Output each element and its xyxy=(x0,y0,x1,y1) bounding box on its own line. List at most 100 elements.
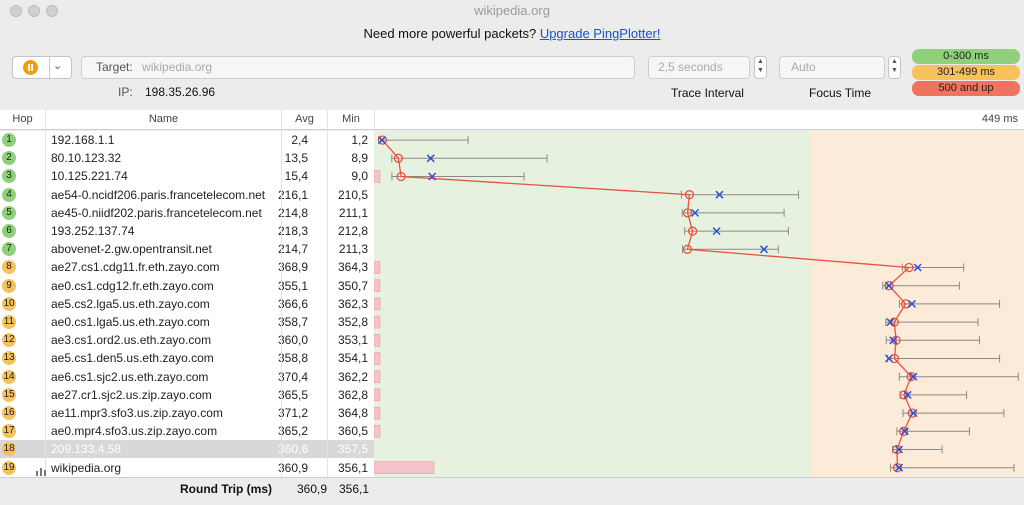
hop-name: ae0.mpr4.sfo3.us.zip.zayo.com xyxy=(51,424,218,439)
hop-avg: 370,4 xyxy=(277,369,308,384)
round-trip-footer xyxy=(0,477,1024,505)
hop-min: 210,5 xyxy=(337,187,368,202)
hop-badge: 8 xyxy=(2,260,16,275)
packet-loss-bar xyxy=(374,461,435,475)
table-row[interactable]: 12 ae3.cs1.ord2.us.eth.zayo.com 360,0 353,1 xyxy=(0,331,374,349)
table-row[interactable]: 4 ae54-0.ncidf206.paris.francetelecom.net… xyxy=(0,186,374,204)
table-row[interactable]: 3 10.125.221.74 15,4 9,0 xyxy=(0,167,374,185)
packet-loss-bar xyxy=(374,352,381,365)
hop-min: 352,8 xyxy=(337,315,368,329)
hop-min: 211,3 xyxy=(338,242,368,257)
upgrade-link[interactable]: Upgrade PingPlotter! xyxy=(540,26,661,41)
packet-loss-bar xyxy=(374,334,381,347)
focus-time-stepper[interactable]: ▲ ▼ xyxy=(888,56,901,79)
pause-icon xyxy=(23,60,38,75)
window-title: wikipedia.org xyxy=(474,3,550,18)
hop-badge: 3 xyxy=(2,169,16,184)
trace-interval-stepper[interactable]: ▲ ▼ xyxy=(754,56,767,79)
focus-time-label: Focus Time xyxy=(809,86,872,100)
table-row[interactable]: 9 ae0.cs1.cdg12.fr.eth.zayo.com 355,1 350,7 xyxy=(0,277,374,295)
hop-min: 360,5 xyxy=(337,424,368,439)
hop-table: 1 192.168.1.1 2,4 1,2 2 80.10.123.32 13,5 8,9 3 1… xyxy=(0,131,374,477)
packet-loss-bar xyxy=(374,297,381,311)
hop-min: 1,2 xyxy=(351,133,368,147)
target-label: Target: xyxy=(96,60,133,74)
window-controls xyxy=(10,5,64,20)
hop-avg: 365,2 xyxy=(277,424,308,439)
column-header-min[interactable]: Min xyxy=(327,110,374,130)
minimize-window-button[interactable] xyxy=(28,5,40,17)
latency-chart[interactable] xyxy=(374,131,1024,477)
table-row[interactable]: 14 ae6.cs1.sjc2.us.eth.zayo.com 370,4 362,2 xyxy=(0,368,374,386)
chevron-down-icon[interactable]: ⌄ xyxy=(53,59,62,72)
hop-badge: 10 xyxy=(2,296,16,311)
table-row[interactable]: 19 wikipedia.org 360,9 356,1 xyxy=(0,459,374,477)
promo-text: Need more powerful packets? xyxy=(363,26,537,41)
hop-badge: 13 xyxy=(2,351,16,366)
hop-name: ae11.mpr3.sfo3.us.zip.zayo.com xyxy=(51,406,223,420)
hop-avg: 216,1 xyxy=(277,187,308,202)
hop-badge: 15 xyxy=(2,387,16,402)
hop-badge: 4 xyxy=(2,187,16,202)
round-trip-avg: 360,9 xyxy=(296,482,327,496)
hop-badge: 9 xyxy=(2,278,16,293)
hop-avg: 360,6 xyxy=(277,442,308,457)
table-row[interactable]: 6 193.252.137.74 218,3 212,8 xyxy=(0,222,374,240)
column-header-avg[interactable]: Avg xyxy=(281,110,327,130)
hop-min: 354,1 xyxy=(337,351,368,366)
legend-warn: 301-499 ms xyxy=(912,65,1020,80)
hop-name: 209.133.4.58 xyxy=(51,442,122,457)
target-input[interactable]: Target: wikipedia.org xyxy=(81,56,635,79)
hop-avg: 358,7 xyxy=(277,315,308,329)
close-window-button[interactable] xyxy=(10,5,22,17)
hop-name: ae5.cs2.lga5.us.eth.zayo.com xyxy=(51,296,210,311)
hop-name: ae3.cs1.ord2.us.eth.zayo.com xyxy=(51,333,212,348)
focus-time-select[interactable]: Auto xyxy=(779,56,885,79)
hop-name: ae0.cs1.cdg12.fr.eth.zayo.com xyxy=(51,278,214,293)
hop-min: 362,2 xyxy=(337,369,368,384)
zoom-window-button[interactable] xyxy=(46,5,58,17)
hop-badge: 19 xyxy=(2,460,16,475)
hop-badge: 18 xyxy=(2,442,16,457)
hop-name: 10.125.221.74 xyxy=(51,169,128,184)
round-trip-min: 356,1 xyxy=(338,482,369,496)
packet-loss-bar xyxy=(374,370,381,383)
hop-avg: 15,4 xyxy=(284,169,308,184)
hop-badge: 11 xyxy=(2,315,16,329)
good-latency-zone xyxy=(374,131,810,477)
pause-button[interactable]: ⌄ xyxy=(12,56,72,79)
target-value: wikipedia.org xyxy=(142,60,213,74)
column-header-hop[interactable]: Hop xyxy=(0,110,45,130)
packet-loss-bar xyxy=(374,279,381,292)
table-row[interactable]: 10 ae5.cs2.lga5.us.eth.zayo.com 366,6 362,3 xyxy=(0,295,374,313)
hop-min: 357,5 xyxy=(337,442,368,457)
table-row[interactable]: 11 ae0.cs1.lga5.us.eth.zayo.com 358,7 352,8 xyxy=(0,313,374,331)
table-row[interactable]: 18 209.133.4.58 360,6 357,5 xyxy=(0,440,374,459)
table-row[interactable]: 16 ae11.mpr3.sfo3.us.zip.zayo.com 371,2 364… xyxy=(0,404,374,422)
trace-interval-select[interactable]: 2,5 seconds xyxy=(648,56,750,79)
scale-max-label: 449 ms xyxy=(374,110,1024,130)
ip-label: IP: xyxy=(118,85,133,99)
hop-min: 362,3 xyxy=(337,296,368,311)
hop-min: 364,3 xyxy=(337,260,368,275)
hop-avg: 358,8 xyxy=(277,351,308,366)
ip-value: 198.35.26.96 xyxy=(145,85,216,99)
table-row[interactable]: 1 192.168.1.1 2,4 1,2 xyxy=(0,131,374,149)
table-row[interactable]: 5 ae45-0.niidf202.paris.francetelecom.net… xyxy=(0,204,374,222)
hop-avg: 360,9 xyxy=(277,460,308,475)
hop-avg: 355,1 xyxy=(277,278,308,293)
hop-name: 193.252.137.74 xyxy=(51,224,135,238)
table-row[interactable]: 7 abovenet-2.gw.opentransit.net 214,7 211,3 xyxy=(0,240,374,258)
column-header-name[interactable]: Name xyxy=(45,110,281,130)
table-row[interactable]: 8 ae27.cs1.cdg11.fr.eth.zayo.com 368,9 364,… xyxy=(0,258,374,276)
table-row[interactable]: 13 ae5.cs1.den5.us.eth.zayo.com 358,8 354,1 xyxy=(0,349,374,367)
table-row[interactable]: 2 80.10.123.32 13,5 8,9 xyxy=(0,149,374,167)
hop-name: 80.10.123.32 xyxy=(51,151,122,166)
table-row[interactable]: 17 ae0.mpr4.sfo3.us.zip.zayo.com 365,2 360,… xyxy=(0,422,374,440)
packet-loss-bar xyxy=(374,170,381,183)
hop-badge: 1 xyxy=(2,133,16,147)
table-row[interactable]: 15 ae27.cr1.sjc2.us.zip.zayo.com 365,5 362,… xyxy=(0,386,374,404)
hop-name: ae5.cs1.den5.us.eth.zayo.com xyxy=(51,351,214,366)
hop-avg: 2,4 xyxy=(291,133,308,147)
hop-avg: 13,5 xyxy=(284,151,308,166)
